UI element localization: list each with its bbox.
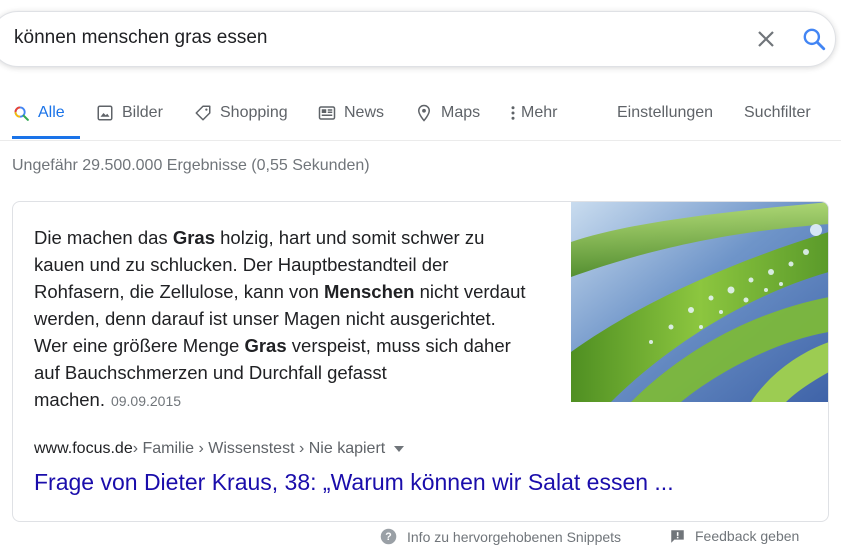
snippet-highlight: Menschen xyxy=(324,281,415,302)
tab-more[interactable]: Mehr xyxy=(509,88,557,138)
search-icon xyxy=(14,106,29,121)
tab-label: Shopping xyxy=(220,104,288,121)
search-tabs: Alle Bilder Shopping News Maps Mehr Eins… xyxy=(0,88,841,141)
feedback-label: Feedback geben xyxy=(695,528,800,544)
tab-label: News xyxy=(344,104,385,121)
snippet-segment: Die machen das xyxy=(34,227,173,248)
clear-icon[interactable] xyxy=(754,27,778,51)
tab-label: Maps xyxy=(441,104,481,121)
snippet-highlight: Gras xyxy=(172,227,215,248)
result-stats: Ungefähr 29.500.000 Ergebnisse (0,55 Sek… xyxy=(12,157,370,174)
map-pin-icon xyxy=(417,104,431,122)
active-tab-indicator xyxy=(12,136,80,139)
snippet-info-label: Info zu hervorgehobenen Snippets xyxy=(407,528,622,545)
breadcrumb-domain: www.focus.de xyxy=(34,440,133,457)
featured-snippet: Die machen das Gras holzig, hart und som… xyxy=(12,201,829,522)
search-input[interactable] xyxy=(14,27,714,49)
tab-news[interactable]: News xyxy=(318,88,384,138)
svg-text:?: ? xyxy=(385,531,391,543)
snippet-date: 09.09.2015 xyxy=(110,393,182,409)
tab-maps[interactable]: Maps xyxy=(415,88,480,138)
grass-with-dew-image[interactable] xyxy=(571,202,829,402)
feedback-icon xyxy=(671,529,684,543)
snippet-text: Die machen das Gras holzig, hart und som… xyxy=(34,224,534,415)
tab-images[interactable]: Bilder xyxy=(96,88,163,138)
caret-down-icon[interactable] xyxy=(393,445,405,453)
tag-icon xyxy=(195,105,211,121)
image-icon xyxy=(97,105,113,121)
more-vert-icon xyxy=(511,106,515,120)
newspaper-icon xyxy=(318,106,336,120)
tab-label: Alle xyxy=(38,104,65,121)
breadcrumb-path: › Familie › Wissenstest › Nie kapiert xyxy=(132,440,386,457)
tab-all[interactable]: Alle xyxy=(13,88,65,138)
settings-link[interactable]: Einstellungen xyxy=(617,88,713,138)
snippet-info-link[interactable]: ? Info zu hervorgehobenen Snippets xyxy=(380,528,621,545)
tab-label: Mehr xyxy=(521,104,558,121)
result-title-link[interactable]: Frage von Dieter Kraus, 38: „Warum könne… xyxy=(34,469,674,496)
snippet-highlight: Gras xyxy=(244,335,287,356)
feedback-link[interactable]: Feedback geben xyxy=(670,528,799,544)
tab-shopping[interactable]: Shopping xyxy=(194,88,288,138)
search-tools-link[interactable]: Suchfilter xyxy=(744,88,811,138)
result-breadcrumb[interactable]: www.focus.de › Familie › Wissenstest › N… xyxy=(34,440,405,458)
help-icon: ? xyxy=(380,528,397,545)
search-icon[interactable] xyxy=(801,26,827,52)
tab-label: Bilder xyxy=(122,104,163,121)
